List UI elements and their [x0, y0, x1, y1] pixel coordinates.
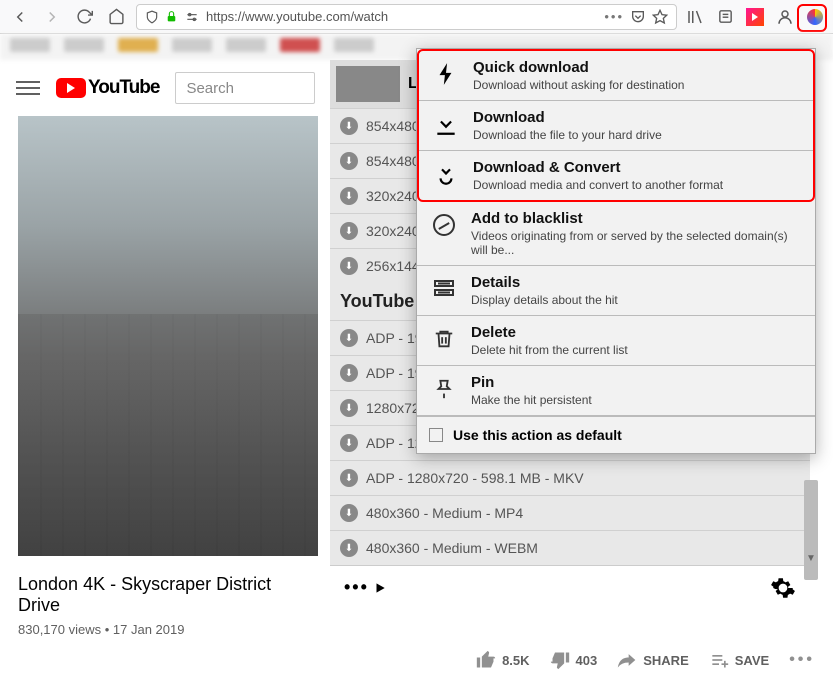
- panel-thumb: [336, 66, 400, 102]
- quality-label: 480x360 - Medium - MP4: [366, 505, 523, 521]
- quality-label: 320x240: [366, 223, 420, 239]
- youtube-play-icon: [56, 78, 86, 98]
- save-button[interactable]: SAVE: [709, 650, 769, 670]
- details-icon: [429, 274, 459, 304]
- quality-item[interactable]: ⬇ 480x360 - Medium - WEBM: [330, 530, 810, 565]
- download-dot-icon: ⬇: [340, 257, 358, 275]
- forward-button[interactable]: [40, 5, 64, 29]
- quality-label: 854x480: [366, 118, 420, 134]
- quality-label: ADP - 19: [366, 365, 423, 381]
- download-dot-icon: ⬇: [340, 469, 358, 487]
- download-dot-icon: ⬇: [340, 504, 358, 522]
- home-button[interactable]: [104, 5, 128, 29]
- menu-pin[interactable]: PinMake the hit persistent: [417, 366, 815, 416]
- video-action-bar: 8.5K 403 SHARE SAVE •••: [476, 650, 815, 670]
- download-icon: [431, 109, 461, 139]
- download-dot-icon: ⬇: [340, 222, 358, 240]
- menu-button[interactable]: [16, 76, 40, 100]
- menu-delete[interactable]: DeleteDelete hit from the current list: [417, 316, 815, 366]
- download-dot-icon: ⬇: [340, 399, 358, 417]
- download-dot-icon: ⬇: [340, 364, 358, 382]
- quality-item[interactable]: ⬇ ADP - 1280x720 - 598.1 MB - MKV: [330, 460, 810, 495]
- download-dot-icon: ⬇: [340, 187, 358, 205]
- menu-details[interactable]: DetailsDisplay details about the hit: [417, 266, 815, 316]
- quality-label: ADP - 1280x720 - 598.1 MB - MKV: [366, 470, 584, 486]
- menu-use-default[interactable]: Use this action as default: [417, 416, 815, 453]
- highlighted-menu-group: Quick downloadDownload without asking fo…: [417, 49, 815, 202]
- default-checkbox[interactable]: [429, 428, 443, 442]
- context-menu: Quick downloadDownload without asking fo…: [416, 48, 816, 454]
- dislike-button[interactable]: 403: [550, 650, 598, 670]
- share-button[interactable]: SHARE: [617, 650, 689, 670]
- pin-icon: [429, 374, 459, 404]
- quality-item[interactable]: ⬇ 480x360 - Medium - MP4: [330, 495, 810, 530]
- youtube-logo[interactable]: YouTube: [56, 77, 159, 99]
- download-dot-icon: ⬇: [340, 117, 358, 135]
- quality-label: 854x480: [366, 153, 420, 169]
- trash-icon: [429, 324, 459, 354]
- lock-icon: [165, 10, 178, 23]
- youtube-logo-text: YouTube: [88, 77, 159, 99]
- menu-download-convert[interactable]: Download & ConvertDownload media and con…: [419, 151, 813, 200]
- panel-footer: •••: [330, 565, 810, 609]
- bolt-download-icon: [431, 59, 461, 89]
- video-title: London 4K - Skyscraper District Drive: [18, 574, 318, 616]
- url-input[interactable]: [206, 9, 598, 24]
- scroll-down-button[interactable]: ▼: [804, 551, 818, 565]
- account-icon[interactable]: [775, 7, 795, 27]
- extension-play-icon[interactable]: [745, 7, 765, 27]
- quality-label: ADP - 19: [366, 330, 423, 346]
- like-button[interactable]: 8.5K: [476, 650, 529, 670]
- shield-icon: [145, 10, 159, 24]
- reader-icon[interactable]: [715, 7, 735, 27]
- more-actions-button[interactable]: •••: [344, 577, 387, 598]
- download-dot-icon: ⬇: [340, 329, 358, 347]
- pocket-icon[interactable]: [630, 9, 646, 25]
- permissions-icon: [184, 10, 200, 24]
- scrollbar-thumb[interactable]: [804, 480, 818, 580]
- settings-button[interactable]: [770, 575, 796, 601]
- quality-label: 480x360 - Medium - WEBM: [366, 540, 538, 556]
- quality-label: 320x240: [366, 188, 420, 204]
- menu-blacklist[interactable]: Add to blacklistVideos originating from …: [417, 202, 815, 266]
- menu-download[interactable]: DownloadDownload the file to your hard d…: [419, 101, 813, 151]
- highlight-extension-button: [797, 4, 827, 32]
- browser-toolbar: •••: [0, 0, 833, 34]
- back-button[interactable]: [8, 5, 32, 29]
- reload-button[interactable]: [72, 5, 96, 29]
- download-dot-icon: ⬇: [340, 152, 358, 170]
- more-button[interactable]: •••: [789, 651, 815, 669]
- download-dot-icon: ⬇: [340, 434, 358, 452]
- video-meta: 830,170 views • 17 Jan 2019: [18, 622, 318, 637]
- convert-icon: [431, 159, 461, 189]
- library-icon[interactable]: [685, 7, 705, 27]
- download-dot-icon: ⬇: [340, 539, 358, 557]
- quality-label: 256x144: [366, 258, 420, 274]
- address-bar[interactable]: •••: [136, 4, 677, 30]
- blacklist-icon: [429, 210, 459, 240]
- menu-quick-download[interactable]: Quick downloadDownload without asking fo…: [419, 51, 813, 101]
- star-icon[interactable]: [652, 9, 668, 25]
- search-input[interactable]: Search: [175, 72, 315, 104]
- video-player[interactable]: [18, 116, 318, 556]
